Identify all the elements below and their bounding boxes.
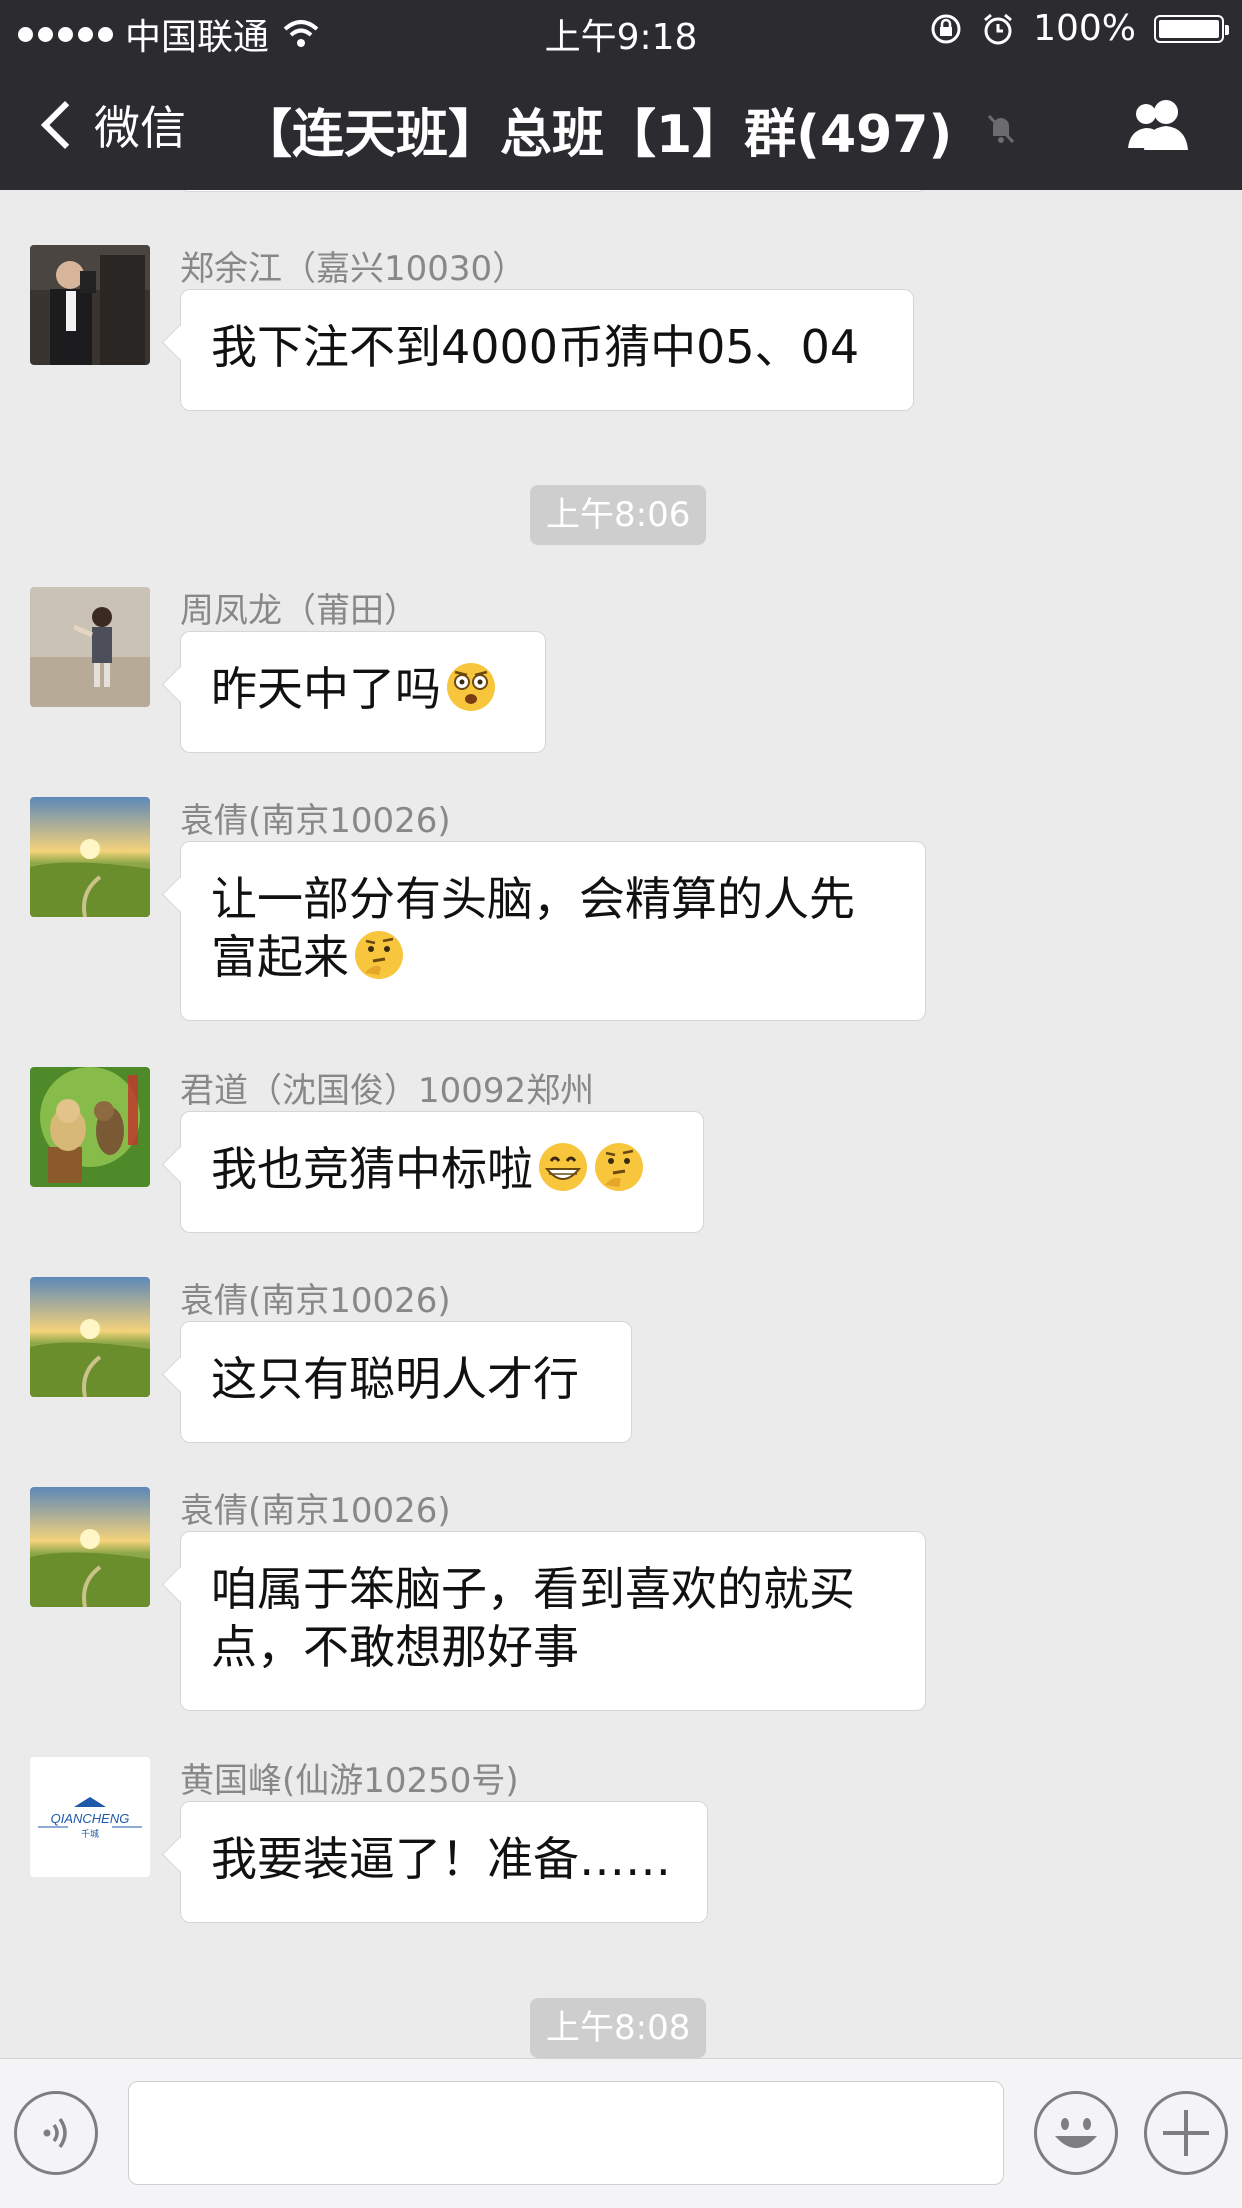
- emoji-icon: [1055, 2118, 1097, 2148]
- avatar[interactable]: [30, 1487, 150, 1607]
- group-members-icon[interactable]: [1124, 96, 1194, 152]
- nav-bar: 微信 【连天班】总班【1】群(497): [0, 62, 1242, 190]
- status-bar: 中国联通 上午9:18 100%: [0, 0, 1242, 62]
- avatar[interactable]: QIANCHENG 千城: [30, 1757, 150, 1877]
- astonished-face-emoji-icon: [447, 663, 495, 711]
- message-text: 我要装逼了！准备……: [211, 1832, 671, 1886]
- message-bubble[interactable]: 这只有聪明人才行: [180, 1321, 632, 1443]
- message-bubble[interactable]: 我要装逼了！准备……: [180, 1801, 708, 1923]
- message-text: 昨天中了吗: [211, 662, 441, 716]
- sender-name: 君道（沈国俊）10092郑州: [180, 1071, 595, 1111]
- sender-name: 郑余江（嘉兴10030）: [180, 249, 527, 289]
- avatar-logo-brand: QIANCHENG: [51, 1811, 130, 1826]
- message-bubble[interactable]: 昨天中了吗: [180, 631, 546, 753]
- sender-name: 袁倩(南京10026): [180, 1491, 451, 1531]
- thinking-face-emoji-icon: [355, 931, 403, 979]
- alarm-icon: [984, 13, 1013, 44]
- chevron-left-icon: [40, 100, 90, 150]
- muted-bell-icon: [987, 114, 1015, 144]
- top-bar: 中国联通 上午9:18 100% 微信 【连天班】总班【1】群(497): [0, 0, 1242, 190]
- message-text-line: 咱属于笨脑子，看到喜欢的就买: [211, 1562, 855, 1616]
- message-bubble[interactable]: 让一部分有头脑，会精算的人先 富起来: [180, 841, 926, 1021]
- avatar[interactable]: [30, 245, 150, 365]
- sender-name: 周凤龙（莆田）: [180, 591, 418, 631]
- message-text: 这只有聪明人才行: [211, 1352, 579, 1406]
- message-bubble[interactable]: 我也竞猜中标啦: [180, 1111, 704, 1233]
- avatar-logo-sub: 千城: [81, 1829, 99, 1840]
- add-icon: [1163, 2110, 1209, 2156]
- back-label: 微信: [94, 101, 186, 155]
- message-text: 我下注不到4000币猜中05、04: [211, 320, 860, 374]
- battery-percent: 100%: [1033, 8, 1136, 49]
- voice-icon: [43, 2117, 67, 2149]
- message-text: 我也竞猜中标啦: [211, 1142, 533, 1196]
- message-text-line: 点，不敢想那好事: [211, 1620, 579, 1674]
- sender-name: 袁倩(南京10026): [180, 1281, 451, 1321]
- grinning-face-emoji-icon: [539, 1143, 587, 1191]
- message-input[interactable]: [128, 2081, 1004, 2185]
- thinking-face-emoji-icon: [595, 1143, 643, 1191]
- message-bubble[interactable]: 咱属于笨脑子，看到喜欢的就买 点，不敢想那好事: [180, 1531, 926, 1711]
- avatar[interactable]: [30, 587, 150, 707]
- partial-message-bubble: [180, 190, 927, 192]
- timestamp-label: 上午8:08: [530, 1998, 707, 2058]
- emoji-button[interactable]: [1034, 2091, 1118, 2175]
- timestamp-label: 上午8:06: [530, 485, 707, 545]
- battery-icon: [1154, 14, 1229, 43]
- message-text-line: 让一部分有头脑，会精算的人先: [211, 872, 855, 926]
- input-bar: [0, 2058, 1242, 2208]
- avatar[interactable]: [30, 797, 150, 917]
- message-bubble[interactable]: 我下注不到4000币猜中05、04: [180, 289, 914, 411]
- voice-button[interactable]: [14, 2091, 98, 2175]
- chat-scroll-area[interactable]: 郑余江（嘉兴10030） 我下注不到4000币猜中05、04 上午8:06 周凤…: [0, 190, 1242, 2058]
- message-text-line: 富起来: [211, 930, 349, 984]
- back-button[interactable]: 微信: [38, 92, 186, 158]
- chat-title: 【连天班】总班【1】群(497): [240, 105, 953, 165]
- avatar[interactable]: [30, 1277, 150, 1397]
- avatar[interactable]: [30, 1067, 150, 1187]
- add-button[interactable]: [1144, 2091, 1228, 2175]
- sender-name: 袁倩(南京10026): [180, 801, 451, 841]
- orientation-lock-icon: [931, 14, 961, 43]
- sender-name: 黄国峰(仙游10250号): [180, 1761, 519, 1801]
